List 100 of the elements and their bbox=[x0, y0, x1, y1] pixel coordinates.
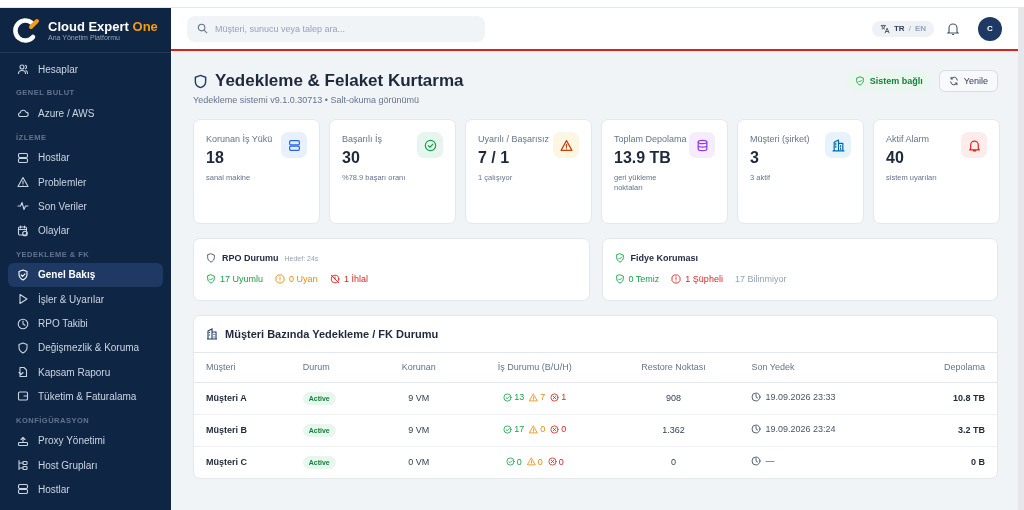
warning-count: 7 bbox=[529, 392, 546, 403]
panel-title: RPO Durumu bbox=[222, 253, 279, 263]
failure-count: 1 bbox=[550, 392, 567, 403]
warning-icon bbox=[526, 457, 536, 466]
column-header: Son Yedek bbox=[739, 353, 901, 382]
brand-name: Cloud Expert One bbox=[48, 19, 158, 34]
stat-label: Başarılı İş bbox=[342, 133, 383, 146]
network-icon bbox=[17, 434, 29, 447]
column-header: Durum bbox=[290, 353, 376, 382]
x-circle-icon bbox=[547, 457, 557, 466]
status-count: 1 Şüpheli bbox=[671, 274, 723, 284]
building-icon bbox=[831, 138, 845, 152]
clock-icon bbox=[751, 456, 762, 467]
status-count: 0 Uyarı bbox=[275, 274, 319, 284]
pulse-icon bbox=[17, 200, 29, 213]
table-title: Müşteri Bazında Yedekleme / FK Durumu bbox=[225, 328, 439, 340]
logo-icon bbox=[12, 16, 40, 44]
last-backup-time: — bbox=[751, 456, 775, 467]
stat-label: Müşteri (şirket) bbox=[750, 133, 811, 146]
sidebar-item[interactable]: Tüketim & Faturalama bbox=[8, 384, 163, 409]
stat-value: 3 bbox=[750, 149, 760, 167]
table-cell: 1.362 bbox=[607, 414, 740, 446]
warning-icon bbox=[529, 392, 539, 402]
sidebar-item[interactable]: RPO Takibi bbox=[8, 311, 163, 336]
column-header: Depolama bbox=[900, 353, 997, 382]
search-field[interactable]: Müşteri, sunucu veya talep ara... bbox=[187, 15, 485, 42]
clock-icon bbox=[751, 424, 762, 434]
table-cell: 908 bbox=[607, 382, 740, 414]
check-circle-icon bbox=[505, 457, 515, 466]
table-cell: 9 VM bbox=[375, 382, 462, 414]
refresh-button[interactable]: Yenile bbox=[938, 70, 998, 92]
page-title: Yedekleme & Felaket Kurtarma bbox=[215, 71, 464, 91]
warning-icon bbox=[17, 176, 29, 189]
play-icon bbox=[17, 293, 29, 306]
warning-icon bbox=[559, 138, 573, 152]
customer-name: Müşteri C bbox=[194, 446, 291, 478]
column-header: İş Durumu (B/U/H) bbox=[461, 353, 608, 382]
hierarchy-icon bbox=[17, 459, 29, 471]
status-count: 1 İhlal bbox=[330, 274, 369, 284]
sidebar-item[interactable]: Hostlar bbox=[8, 477, 163, 502]
success-count: 17 bbox=[503, 424, 525, 435]
document-icon bbox=[17, 366, 29, 379]
column-header: Korunan bbox=[375, 353, 462, 382]
stat-value: 30 bbox=[342, 149, 361, 167]
bell-icon bbox=[967, 138, 981, 152]
sidebar-item[interactable]: Olaylar bbox=[8, 218, 163, 243]
check-circle-icon bbox=[423, 138, 437, 152]
last-backup-time: 19.09.2026 23:33 bbox=[751, 392, 836, 402]
language-separator: / bbox=[908, 24, 911, 33]
failure-count: 0 bbox=[550, 424, 567, 435]
sidebar-item[interactable]: Azure / AWS bbox=[8, 101, 163, 126]
sidebar-item[interactable]: Genel Bakış bbox=[8, 262, 163, 288]
calendar-clock-icon bbox=[17, 224, 29, 237]
sidebar-item[interactable]: Host Grupları bbox=[8, 452, 163, 478]
warning-count: 0 bbox=[526, 456, 543, 467]
building-icon bbox=[206, 328, 218, 340]
shield-icon bbox=[193, 73, 208, 89]
stat-label: Toplam Depolama bbox=[614, 133, 688, 146]
shield-icon bbox=[17, 341, 29, 354]
sidebar-item[interactable]: Kapsam Raporu bbox=[8, 359, 163, 385]
warning-count: 0 bbox=[529, 424, 546, 435]
stat-label: Aktif Alarm bbox=[886, 133, 930, 146]
x-circle-icon bbox=[550, 392, 560, 402]
sidebar-item[interactable]: Problemler bbox=[8, 169, 163, 195]
clock-icon bbox=[17, 317, 29, 330]
status-count: 17 Uyumlu bbox=[206, 274, 264, 284]
user-avatar[interactable]: C bbox=[978, 16, 1002, 41]
sidebar-item[interactable]: İşler & Uyarılar bbox=[8, 287, 163, 312]
notification-bell-icon[interactable] bbox=[946, 21, 960, 36]
stat-value: 13.9 TB bbox=[614, 149, 672, 167]
server-icon bbox=[17, 483, 29, 496]
warning-icon bbox=[529, 424, 539, 434]
storage-cell: 3.2 TB bbox=[900, 414, 997, 446]
check-circle-icon bbox=[503, 392, 513, 402]
shield-icon bbox=[614, 253, 625, 263]
refresh-icon bbox=[948, 76, 959, 86]
table-cell: 0 VM bbox=[375, 446, 462, 478]
failure-count: 0 bbox=[547, 456, 564, 467]
stat-value: 18 bbox=[206, 149, 225, 167]
system-status-badge: Sistem bağlı bbox=[845, 71, 932, 91]
success-count: 0 bbox=[505, 456, 522, 467]
table-cell: 9 VM bbox=[375, 414, 462, 446]
sidebar-item[interactable]: Değişmezlik & Koruma bbox=[8, 335, 163, 360]
sidebar-item[interactable]: Hesaplar bbox=[8, 57, 163, 82]
status-count: 0 Temiz bbox=[614, 274, 660, 284]
server-icon bbox=[17, 151, 29, 164]
sidebar-item[interactable]: Proxy Yönetimi bbox=[8, 428, 163, 453]
stat-value: 40 bbox=[886, 149, 905, 167]
stat-value: 7 / 1 bbox=[478, 149, 511, 167]
sidebar-item[interactable]: Hostlar bbox=[8, 145, 163, 170]
shield-icon bbox=[614, 274, 625, 284]
storage-cell: 10.8 TB bbox=[900, 382, 997, 414]
language-option[interactable]: TR bbox=[893, 24, 905, 33]
column-header: Müşteri bbox=[194, 353, 291, 382]
customer-name: Müşteri A bbox=[194, 382, 291, 414]
sidebar-item[interactable]: Son Veriler bbox=[8, 194, 163, 219]
success-count: 13 bbox=[503, 392, 525, 403]
cloud-icon bbox=[17, 107, 29, 120]
column-header: Restore Noktası bbox=[607, 353, 740, 382]
shield-check-icon bbox=[854, 76, 865, 86]
